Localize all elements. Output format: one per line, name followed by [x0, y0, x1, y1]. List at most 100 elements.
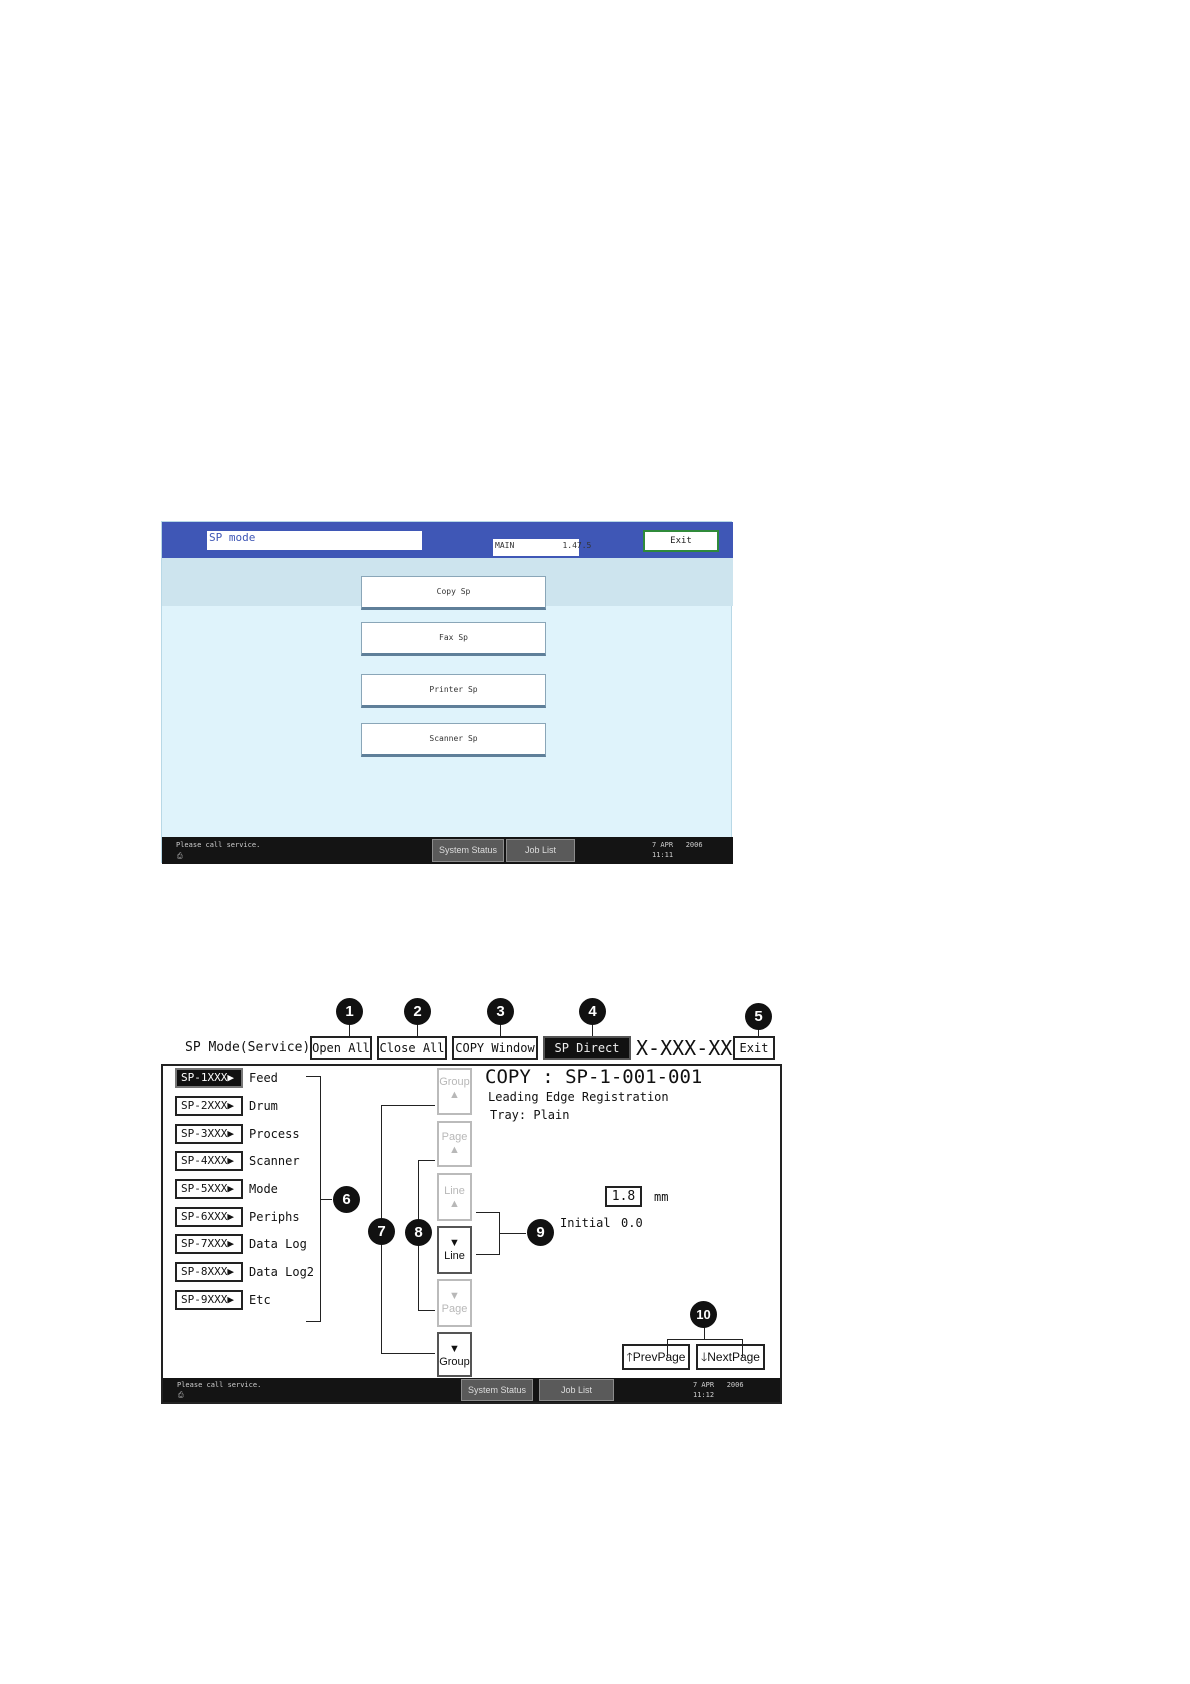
system-status-button[interactable]: System Status [461, 1379, 533, 1401]
time-text: 11:11 [652, 851, 674, 859]
prev-page-label: PrevPage [632, 1350, 686, 1364]
group-up-button[interactable]: Group ▲ [437, 1068, 472, 1115]
exit-button[interactable]: Exit [643, 530, 719, 552]
triangle-up-icon: ▲ [449, 1144, 460, 1156]
copy-sp-button[interactable]: Copy Sp [361, 576, 546, 610]
callout-bracket [499, 1233, 526, 1234]
initial-label: Initial [560, 1216, 611, 1230]
prev-page-button[interactable]: 🡑PrevPage [622, 1344, 690, 1370]
callout-bracket [476, 1254, 500, 1255]
sp-direct-button[interactable]: SP Direct [543, 1036, 631, 1060]
triangle-up-icon: ▲ [449, 1198, 460, 1210]
triangle-down-icon: ▼ [449, 1290, 460, 1302]
callout-bracket [667, 1339, 743, 1340]
triangle-down-icon: ▼ [449, 1343, 460, 1355]
sp-group-label: Etc [249, 1293, 271, 1307]
sp-group-button[interactable]: SP-6XXX▶ [175, 1207, 243, 1227]
sp-group-label: Process [249, 1127, 300, 1141]
sp-mode-service-screen: SP-1XXX▶ Feed SP-2XXX▶ Drum SP-3XXX▶ Pro… [161, 1064, 782, 1404]
sp-group-label: Drum [249, 1099, 278, 1113]
callout-bracket [320, 1199, 332, 1200]
version-field: MAIN 1.47.5 [493, 539, 591, 556]
callout-2: 2 [404, 998, 431, 1025]
group-down-button[interactable]: ▼ Group [437, 1332, 472, 1377]
group-down-label: Group [439, 1356, 470, 1368]
sp-group-button[interactable]: SP-9XXX▶ [175, 1290, 243, 1310]
callout-bracket [381, 1353, 435, 1354]
time-text: 11:12 [693, 1391, 715, 1399]
copy-window-button[interactable]: COPY Window [452, 1036, 538, 1060]
callout-4: 4 [579, 998, 606, 1025]
service-message: Please call service. [177, 1381, 262, 1389]
sp-group-button[interactable]: SP-2XXX▶ [175, 1096, 243, 1116]
close-all-button[interactable]: Close All [377, 1036, 447, 1060]
callout-6: 6 [333, 1186, 360, 1213]
triangle-up-icon: ▲ [449, 1089, 460, 1101]
callout-bracket [381, 1105, 435, 1106]
sp-group-button[interactable]: SP-7XXX▶ [175, 1234, 243, 1254]
system-status-button[interactable]: System Status [432, 839, 504, 862]
callout-5: 5 [745, 1003, 772, 1030]
sp-group-label: Periphs [249, 1210, 300, 1224]
sp-group-label: Data Log [249, 1237, 307, 1251]
version-label: MAIN [495, 541, 515, 550]
callout-bracket [306, 1076, 321, 1077]
group-up-label: Group [439, 1076, 470, 1088]
job-list-button[interactable]: Job List [539, 1379, 614, 1401]
mode-title-field: SP mode [207, 531, 422, 550]
status-footer: Please call service. ⎙ System Status Job… [163, 1378, 780, 1402]
open-all-button[interactable]: Open All [310, 1036, 372, 1060]
job-list-button[interactable]: Job List [506, 839, 575, 862]
callout-bracket [742, 1339, 743, 1357]
printer-icon: ⎙ [177, 852, 183, 860]
sp-group-label: Feed [249, 1071, 278, 1085]
sp-group-button[interactable]: SP-1XXX▶ [175, 1068, 243, 1088]
sp-group-button[interactable]: SP-8XXX▶ [175, 1262, 243, 1282]
sp-mode-menu-screen: SP mode MAIN 1.47.5 Exit Copy Sp Fax Sp … [161, 521, 733, 864]
date-time: 7 APR 2006 11:11 [652, 840, 703, 860]
line-up-button[interactable]: Line ▲ [437, 1173, 472, 1221]
sp-group-button[interactable]: SP-4XXX▶ [175, 1151, 243, 1171]
date-time: 7 APR 2006 11:12 [693, 1380, 744, 1400]
initial-value: 0.0 [621, 1216, 643, 1230]
version-value: 1.47.5 [562, 541, 592, 550]
triangle-down-icon: ▼ [449, 1237, 460, 1249]
sp-group-label: Data Log2 [249, 1265, 315, 1279]
sp-group-button[interactable]: SP-3XXX▶ [175, 1124, 243, 1144]
model-number: X-XXX-XXX [636, 1036, 745, 1060]
callout-8: 8 [405, 1219, 432, 1246]
service-message: Please call service. [176, 841, 261, 849]
fax-sp-button[interactable]: Fax Sp [361, 622, 546, 656]
line-down-label: Line [444, 1250, 465, 1262]
sp-group-label: Mode [249, 1182, 278, 1196]
callout-10: 10 [690, 1301, 717, 1328]
date-text: 7 APR 2006 [652, 841, 703, 849]
line-down-button[interactable]: ▼ Line [437, 1226, 472, 1274]
callout-bracket [704, 1327, 705, 1339]
date-text: 7 APR 2006 [693, 1381, 744, 1389]
callout-bracket [306, 1321, 321, 1322]
line-up-label: Line [444, 1185, 465, 1197]
page-down-button[interactable]: ▼ Page [437, 1279, 472, 1327]
callout-bracket [418, 1160, 435, 1161]
callout-1: 1 [336, 998, 363, 1025]
sp-detail-tray: Tray: Plain [490, 1108, 570, 1122]
callout-bracket [418, 1310, 435, 1311]
page-up-label: Page [441, 1131, 468, 1143]
sp-detail-title: COPY : SP-1-001-001 [485, 1066, 703, 1088]
sp-detail-name: Leading Edge Registration [488, 1090, 669, 1104]
value-field[interactable]: 1.8 [605, 1186, 642, 1207]
unit-label: mm [654, 1190, 669, 1204]
next-page-label: NextPage [707, 1350, 760, 1364]
page-down-label: Page [441, 1303, 468, 1315]
callout-3: 3 [487, 998, 514, 1025]
callout-bracket [476, 1212, 500, 1213]
exit-button[interactable]: Exit [733, 1036, 775, 1060]
scanner-sp-button[interactable]: Scanner Sp [361, 723, 546, 757]
next-page-button[interactable]: 🡓NextPage [696, 1344, 765, 1370]
callout-bracket [667, 1339, 668, 1357]
printer-sp-button[interactable]: Printer Sp [361, 674, 546, 708]
status-footer: Please call service. ⎙ System Status Job… [162, 837, 733, 864]
sp-group-button[interactable]: SP-5XXX▶ [175, 1179, 243, 1199]
page-up-button[interactable]: Page ▲ [437, 1121, 472, 1167]
